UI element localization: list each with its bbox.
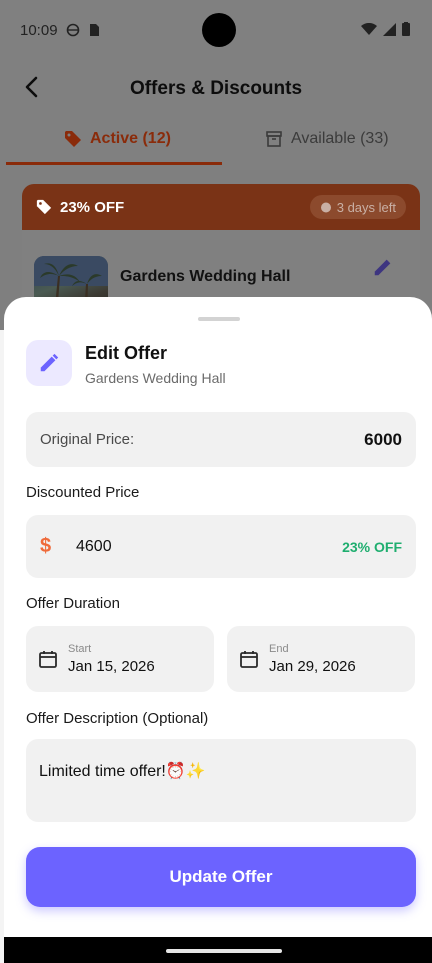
original-price-label: Original Price: [40, 431, 135, 448]
archive-icon [266, 131, 282, 147]
start-date-label: Start [68, 642, 92, 655]
offer-duration-label: Offer Duration [26, 595, 120, 612]
edit-pencil-icon[interactable] [372, 256, 394, 278]
system-nav-bar [4, 937, 432, 963]
update-offer-button[interactable]: Update Offer [26, 847, 416, 907]
discount-percent-badge: 23% OFF [342, 538, 402, 555]
tag-icon [65, 131, 81, 147]
tab-available[interactable]: Available (33) [265, 130, 389, 148]
sheet-drag-handle[interactable] [198, 317, 240, 321]
screen: 10:09 Offers & Discounts Active (12) Ava… [0, 0, 432, 963]
camera-cutout [202, 13, 236, 47]
discounted-price-label: Discounted Price [26, 484, 140, 501]
end-date-label: End [269, 642, 289, 655]
description-label: Offer Description (Optional) [26, 710, 209, 727]
battery-icon [402, 22, 410, 36]
status-icons [361, 22, 410, 36]
home-gesture-pill[interactable] [166, 949, 282, 953]
original-price-row: Original Price: 6000 [26, 412, 416, 467]
start-date-text: Start Jan 15, 2026 [68, 643, 155, 676]
discounted-price-field[interactable]: $ 4600 23% OFF [26, 515, 416, 578]
end-date-value: Jan 29, 2026 [269, 657, 356, 675]
status-time: 10:09 [20, 21, 58, 39]
description-value: Limited time offer!⏰✨ [39, 763, 206, 780]
calendar-icon [39, 651, 57, 668]
wifi-icon [361, 22, 377, 35]
app-header: Offers & Discounts [0, 60, 432, 118]
edit-pencil-icon [40, 353, 59, 372]
vpn-icon [66, 23, 79, 37]
back-arrow-icon[interactable] [20, 74, 46, 100]
offer-banner: 23% OFF 3 days left [22, 184, 420, 230]
status-time-group: 10:09 [20, 22, 100, 39]
original-price-value: 6000 [364, 429, 402, 449]
discounted-price-input[interactable]: 4600 [76, 538, 112, 556]
calendar-icon [240, 651, 258, 668]
tab-active-label: Active (12) [90, 130, 171, 147]
tab-active[interactable]: Active (12) [64, 130, 171, 148]
end-date-field[interactable]: End Jan 29, 2026 [227, 626, 415, 692]
hall-name: Gardens Wedding Hall [120, 268, 291, 285]
edit-offer-sheet: Edit Offer Gardens Wedding Hall Original… [4, 297, 432, 937]
sheet-title: Edit Offer [85, 343, 168, 363]
offer-discount: 23% OFF [60, 198, 125, 216]
active-tab-indicator [6, 162, 222, 165]
start-date-field[interactable]: Start Jan 15, 2026 [26, 626, 214, 692]
sheet-subtitle: Gardens Wedding Hall [85, 370, 226, 386]
tab-available-label: Available (33) [291, 130, 389, 147]
timer-icon [320, 202, 331, 213]
end-date-text: End Jan 29, 2026 [269, 643, 356, 676]
sd-card-icon [89, 24, 99, 36]
dollar-icon: $ [40, 535, 52, 557]
tag-icon [36, 199, 52, 215]
start-date-value: Jan 15, 2026 [68, 657, 155, 675]
days-left-badge: 3 days left [309, 195, 406, 219]
page-title: Offers & Discounts [129, 78, 303, 99]
description-textarea[interactable]: Limited time offer!⏰✨ [26, 739, 416, 822]
days-left-text: 3 days left [336, 199, 396, 215]
edit-icon-container [26, 340, 72, 386]
signal-icon [383, 22, 396, 36]
